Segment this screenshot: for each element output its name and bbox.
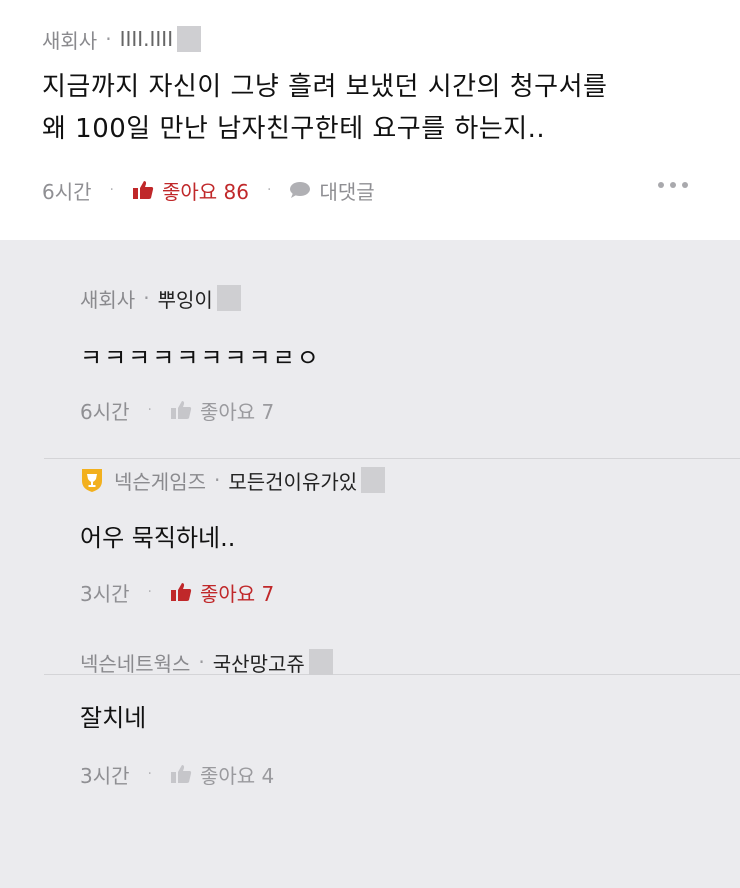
- blurred-nickname-mask: [216, 285, 241, 311]
- meta-separator: ·: [143, 286, 150, 310]
- comment-meta: 새회사 · IIII.IIII: [42, 22, 698, 56]
- like-button[interactable]: 좋아요 86: [132, 176, 249, 205]
- action-separator: ·: [147, 584, 152, 600]
- nickname[interactable]: 국산망고쥬: [213, 648, 305, 677]
- like-button[interactable]: 좋아요 4: [170, 760, 274, 789]
- reply-label: 대댓글: [319, 179, 375, 204]
- like-button[interactable]: 좋아요 7: [170, 396, 274, 425]
- thumbs-up-icon: [132, 181, 154, 199]
- thumbs-up-icon: [170, 401, 192, 419]
- like-count: 좋아요 7: [199, 399, 275, 424]
- comment-text-line-2: 왜 100일 만난 남자친구한테 요구를 하는지..: [42, 114, 546, 144]
- nickname[interactable]: 모든건이유가있: [228, 466, 357, 495]
- company-name: 넥슨네트웍스: [80, 651, 191, 676]
- thumbs-up-icon: [170, 583, 192, 601]
- reply-item: 넥슨게임즈 · 모든건이유가있 어우 묵직하네.. 3시간 · 좋아요 7: [0, 426, 740, 608]
- reply-time: 3시간: [80, 581, 130, 606]
- blurred-nickname-mask: [308, 649, 333, 675]
- like-button[interactable]: 좋아요 7: [170, 578, 274, 607]
- action-separator: ·: [267, 182, 272, 198]
- reply-item: 넥슨네트웍스 · 국산망고쥬 잘치네 3시간 · 좋아요 4: [0, 608, 740, 790]
- like-count: 좋아요 4: [199, 763, 275, 788]
- reply-text: 잘치네: [80, 704, 147, 732]
- company-name: 넥슨게임즈: [114, 469, 206, 494]
- meta-separator: ·: [105, 27, 112, 51]
- blurred-nickname-mask: [361, 467, 386, 493]
- comment-actions: 6시간 · 좋아요 86 · 대댓글: [42, 174, 698, 206]
- reply-text: ㅋㅋㅋㅋㅋㅋㅋㅋㄹㅇ: [80, 344, 321, 372]
- nickname[interactable]: IIII.IIII: [120, 27, 174, 51]
- reply-meta: 넥슨네트웍스 · 국산망고쥬: [80, 646, 740, 678]
- nickname[interactable]: 뿌잉이: [158, 284, 213, 313]
- reply-meta: 새회사 · 뿌잉이: [80, 282, 740, 314]
- reply-actions: 6시간 · 좋아요 7: [80, 394, 740, 426]
- reply-button[interactable]: 대댓글: [289, 176, 375, 205]
- meta-separator: ·: [198, 650, 205, 674]
- thumbs-up-icon: [170, 765, 192, 783]
- blurred-nickname-mask: [177, 26, 202, 52]
- speech-bubble-icon: [290, 182, 311, 198]
- company-name: 새회사: [80, 287, 136, 312]
- reply-item: 새회사 · 뿌잉이 ㅋㅋㅋㅋㅋㅋㅋㅋㄹㅇ 6시간 · 좋아요 7: [0, 240, 740, 426]
- comment-text-line-1: 지금까지 자신이 그냥 흘려 보냈던 시간의 청구서를: [42, 72, 608, 102]
- reply-time: 6시간: [80, 399, 130, 424]
- company-name: 새회사: [42, 28, 98, 53]
- action-separator: ·: [147, 766, 152, 782]
- trophy-badge-icon: [82, 469, 102, 492]
- comment-text: 지금까지 자신이 그냥 흘려 보냈던 시간의 청구서를 왜 100일 만난 남자…: [42, 66, 698, 150]
- main-comment: 새회사 · IIII.IIII 지금까지 자신이 그냥 흘려 보냈던 시간의 청…: [0, 0, 740, 240]
- comment-time: 6시간: [42, 179, 92, 204]
- meta-separator: ·: [214, 468, 221, 492]
- reply-actions: 3시간 · 좋아요 7: [80, 576, 740, 608]
- more-options-icon[interactable]: [658, 182, 688, 188]
- like-count: 좋아요 7: [199, 581, 275, 606]
- like-count: 좋아요 86: [161, 179, 249, 204]
- action-separator: ·: [109, 182, 114, 198]
- action-separator: ·: [147, 402, 152, 418]
- reply-actions: 3시간 · 좋아요 4: [80, 758, 740, 790]
- reply-text: 어우 묵직하네..: [80, 524, 236, 552]
- reply-meta: 넥슨게임즈 · 모든건이유가있: [80, 464, 740, 496]
- reply-time: 3시간: [80, 763, 130, 788]
